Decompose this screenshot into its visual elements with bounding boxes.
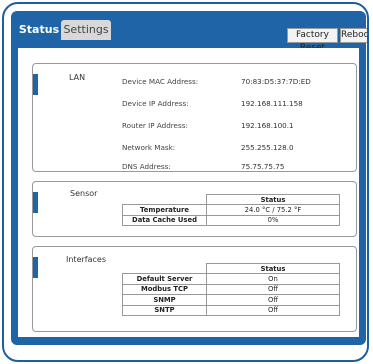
router-ip-label: Router IP Address: <box>122 121 188 130</box>
lan-title: LAN <box>69 73 86 82</box>
device-window: Status Settings Factory Reset Reboot LAN… <box>2 2 369 362</box>
sensor-title: Sensor <box>70 189 98 198</box>
reboot-button[interactable]: Reboot <box>340 28 367 43</box>
factory-reset-button[interactable]: Factory Reset <box>287 28 338 53</box>
data-cache-label: Data Cache Used <box>122 214 207 227</box>
table-row: SNTP Off <box>122 304 340 316</box>
default-server-label: Default Server <box>122 273 207 285</box>
sensor-status-header: Status <box>206 193 340 206</box>
dns-label: DNS Address: <box>122 162 171 171</box>
sntp-value: Off <box>206 304 340 316</box>
router-ip-value: 192.168.100.1 <box>241 121 294 130</box>
sntp-label: SNTP <box>122 304 207 316</box>
interfaces-panel: Interfaces Status Default Server On Modb… <box>32 246 357 332</box>
lan-accent-bar <box>33 74 38 95</box>
table-header-row: Status <box>123 193 340 206</box>
mac-label: Device MAC Address: <box>122 77 199 86</box>
snmp-value: Off <box>206 294 340 306</box>
table-row: Default Server On <box>122 273 340 285</box>
mac-value: 70:83:D5:37:7D:ED <box>241 77 311 86</box>
modbus-tcp-value: Off <box>206 283 340 296</box>
interfaces-title: Interfaces <box>66 255 106 264</box>
table-row: Temperature 24.0 °C / 75.2 °F <box>122 204 340 216</box>
sensor-table: Status Temperature 24.0 °C / 75.2 °F Dat… <box>122 193 340 227</box>
lan-panel: LAN Device MAC Address: 70:83:D5:37:7D:E… <box>32 63 357 172</box>
table-header-row: Status <box>123 262 340 275</box>
data-cache-value: 0% <box>206 214 340 227</box>
tab-status[interactable]: Status <box>18 20 60 40</box>
temperature-value: 24.0 °C / 75.2 °F <box>206 204 340 216</box>
device-ip-label: Device IP Address: <box>122 99 189 108</box>
table-row: Modbus TCP Off <box>122 283 340 296</box>
table-row: SNMP Off <box>122 294 340 306</box>
snmp-label: SNMP <box>122 294 207 306</box>
interfaces-accent-bar <box>33 257 38 278</box>
interfaces-status-header: Status <box>206 262 340 275</box>
sensor-accent-bar <box>33 192 38 213</box>
default-server-value: On <box>206 273 340 285</box>
interfaces-table: Status Default Server On Modbus TCP Off … <box>122 262 340 316</box>
status-content: LAN Device MAC Address: 70:83:D5:37:7D:E… <box>18 48 359 337</box>
tab-settings[interactable]: Settings <box>61 20 111 40</box>
temperature-label: Temperature <box>122 204 207 216</box>
table-row: Data Cache Used 0% <box>122 214 340 227</box>
modbus-tcp-label: Modbus TCP <box>122 283 207 296</box>
dns-value: 75.75.75.75 <box>241 162 285 171</box>
network-mask-label: Network Mask: <box>122 143 176 152</box>
sensor-panel: Sensor Status Temperature 24.0 °C / 75.2… <box>32 181 357 237</box>
network-mask-value: 255.255.128.0 <box>241 143 294 152</box>
device-ip-value: 192.168.111.158 <box>241 99 303 108</box>
